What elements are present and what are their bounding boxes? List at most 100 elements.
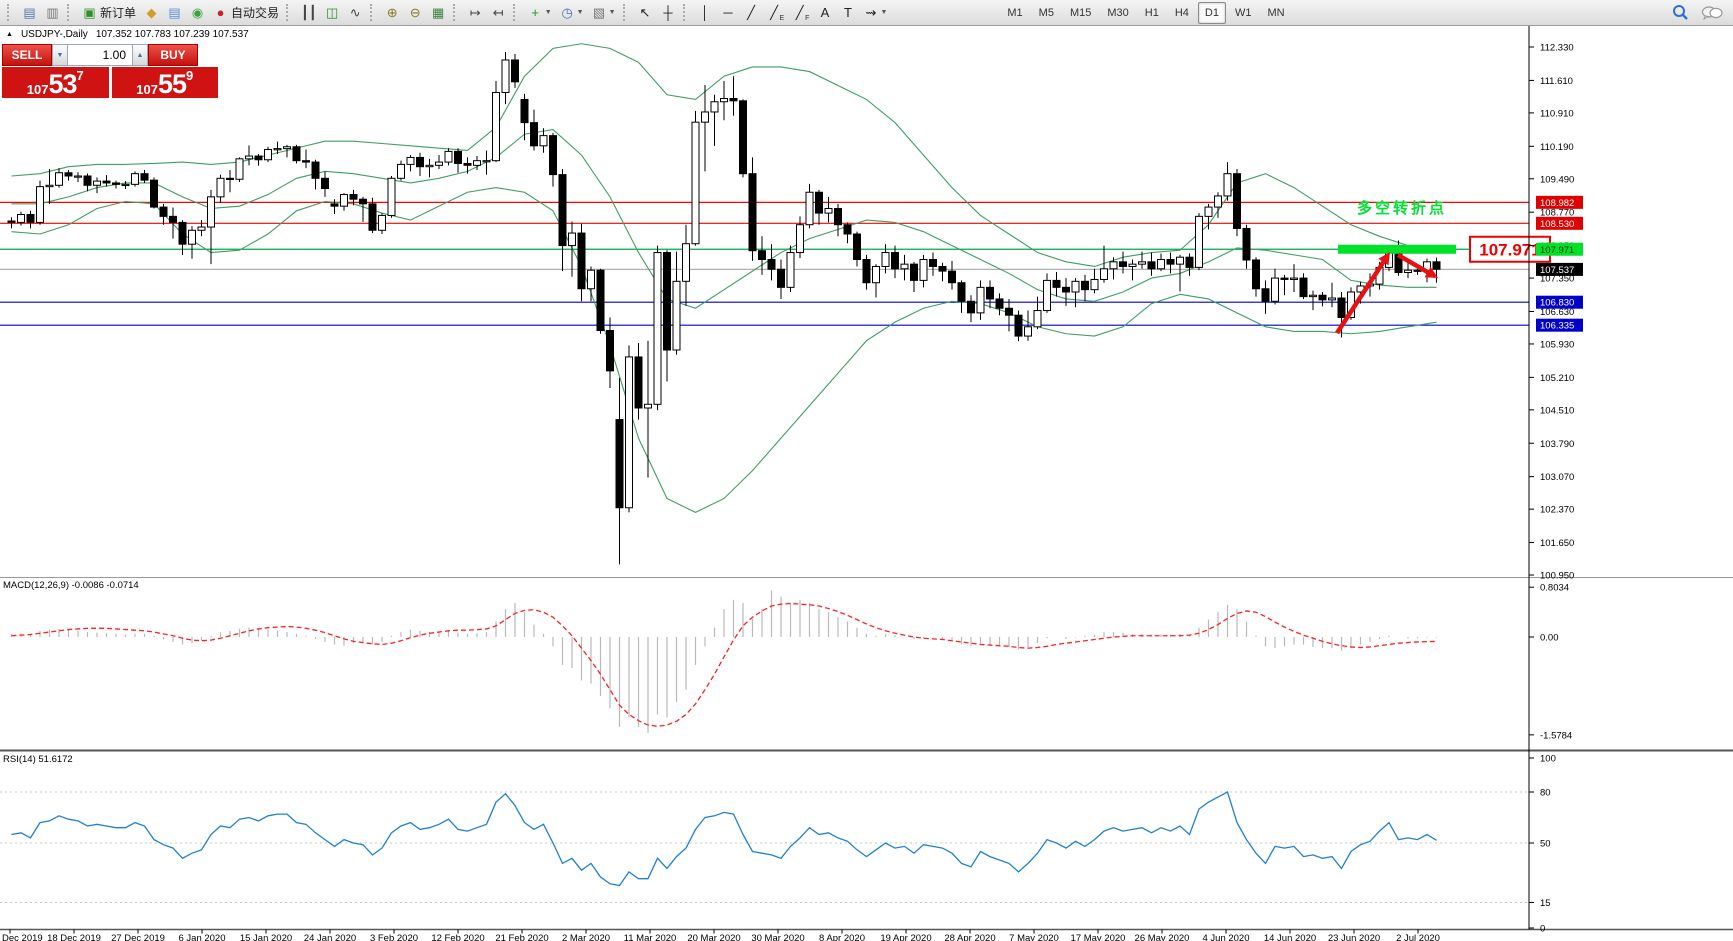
indicators-button[interactable]: +▼ xyxy=(525,3,555,23)
equidistant-channel-tool-button[interactable]: ╱E xyxy=(764,3,788,23)
bull-candle xyxy=(683,244,690,282)
timeframe-m30-button-label: M30 xyxy=(1107,3,1128,23)
tile-windows-button[interactable]: ▦ xyxy=(428,3,449,23)
bear-candle xyxy=(303,161,310,162)
dropdown-arrow-icon[interactable]: ▼ xyxy=(609,3,616,23)
line-chart-mode-button[interactable]: ∿ xyxy=(345,3,366,23)
auto-scroll-button[interactable]: ↦ xyxy=(465,3,486,23)
bull-candle xyxy=(901,264,908,269)
chart-shift-button[interactable]: ↤ xyxy=(488,3,509,23)
timeframe-h4-button[interactable]: H4 xyxy=(1168,2,1196,24)
toolbar-items: ▤▥▣新订单◆▤◉●自动交易┃┃◫∿⊕⊖▦↦↤+▼◷▼▧▼↖┼│─╱╱E╱FAT… xyxy=(4,0,1672,25)
bear-candle xyxy=(1015,315,1022,336)
volume-input[interactable] xyxy=(68,44,132,66)
autotrading-button[interactable]: ●自动交易 xyxy=(210,3,282,23)
annotation-text[interactable]: 多空转折点 xyxy=(1357,199,1447,217)
one-click-trading-panel: SELL ▼ ▲ BUY 107537 107559 xyxy=(2,44,218,98)
bear-candle xyxy=(512,60,519,82)
cursor-tool-button[interactable]: ↖ xyxy=(635,3,656,23)
bull-candle xyxy=(1110,262,1117,269)
toolbar-right-icons xyxy=(1672,4,1729,21)
chart-canvas[interactable]: 多空转折点107.971112.330111.610110.910110.190… xyxy=(0,26,1733,941)
buy-price-display[interactable]: 107559 xyxy=(112,67,219,98)
mql5-community-button[interactable]: ◆ xyxy=(141,3,162,23)
dropdown-arrow-icon[interactable]: ▼ xyxy=(545,3,552,23)
fibonacci-tool-button[interactable]: ╱F xyxy=(789,3,812,23)
profiles-button[interactable]: ▥ xyxy=(42,3,63,23)
bull-candle xyxy=(806,192,813,224)
bear-candle xyxy=(854,234,861,260)
arrows-tool-icon: ⇝ xyxy=(863,3,878,23)
periods-button[interactable]: ◷▼ xyxy=(557,3,587,23)
down-arrow-icon: ▼ xyxy=(57,52,64,59)
zoom-out-button[interactable]: ⊖ xyxy=(405,3,426,23)
timeframe-m30-button[interactable]: M30 xyxy=(1100,2,1135,24)
zoom-in-icon: ⊕ xyxy=(385,3,400,23)
bull-candle xyxy=(388,178,395,215)
bar-chart-mode-button[interactable]: ┃┃ xyxy=(298,3,320,23)
timeframe-m15-button[interactable]: M15 xyxy=(1063,2,1098,24)
bear-candle xyxy=(1300,278,1307,297)
sell-price-display[interactable]: 107537 xyxy=(2,67,109,98)
bull-candle xyxy=(56,173,63,186)
bear-candle xyxy=(1186,257,1193,267)
new-order-button[interactable]: ▣新订单 xyxy=(79,3,139,23)
text-tool-button[interactable]: A xyxy=(814,3,835,23)
sell-button[interactable]: SELL xyxy=(2,44,52,66)
zoom-out-icon: ⊖ xyxy=(408,3,423,23)
bull-candle xyxy=(1044,280,1051,310)
chat-icon[interactable] xyxy=(1701,5,1723,21)
bear-candle xyxy=(1167,260,1174,265)
search-icon[interactable] xyxy=(1672,4,1689,21)
new-chart-button[interactable]: ▤ xyxy=(19,3,40,23)
timeframe-m1-button-label: M1 xyxy=(1007,3,1022,23)
bull-candle xyxy=(1224,174,1231,196)
symbol-period-text: USDJPY-,Daily xyxy=(21,29,88,40)
volume-decrease-button[interactable]: ▼ xyxy=(52,44,68,66)
vertical-line-tool-button[interactable]: │ xyxy=(695,3,716,23)
time-axis-label: 19 Apr 2020 xyxy=(880,933,931,941)
candlestick-mode-button[interactable]: ◫ xyxy=(322,3,343,23)
text-label-tool-button[interactable]: T xyxy=(837,3,858,23)
bear-candle xyxy=(635,357,642,408)
timeframe-w1-button-label: W1 xyxy=(1235,3,1252,23)
timeframe-mn-button[interactable]: MN xyxy=(1260,2,1291,24)
timeframe-d1-button[interactable]: D1 xyxy=(1198,2,1226,24)
bear-candle xyxy=(768,260,775,270)
trendline-tool-button[interactable]: ╱ xyxy=(741,3,762,23)
bear-candle xyxy=(350,195,357,200)
bull-candle xyxy=(569,233,576,246)
crosshair-tool-button[interactable]: ┼ xyxy=(658,3,679,23)
buy-button[interactable]: BUY xyxy=(148,44,198,66)
bear-candle xyxy=(778,269,785,287)
bear-candle xyxy=(84,176,91,185)
arrows-tool-button[interactable]: ⇝▼ xyxy=(860,3,890,23)
bull-candle xyxy=(122,184,129,185)
text-tool-icon: A xyxy=(817,3,832,23)
rsi-line xyxy=(12,792,1437,886)
dropdown-arrow-icon[interactable]: ▼ xyxy=(880,3,887,23)
chart-window[interactable]: 多空转折点107.971112.330111.610110.910110.190… xyxy=(0,26,1733,941)
bull-candle xyxy=(873,266,880,282)
bear-candle xyxy=(113,183,120,184)
horizontal-line-tool-icon: ─ xyxy=(721,3,736,23)
time-axis[interactable]: Dec 201918 Dec 201927 Dec 20196 Jan 2020… xyxy=(2,930,1440,941)
bear-candle xyxy=(141,174,148,180)
zoom-in-button[interactable]: ⊕ xyxy=(382,3,403,23)
timeframe-m5-button[interactable]: M5 xyxy=(1032,2,1061,24)
templates-button[interactable]: ▧▼ xyxy=(589,3,619,23)
bull-candle xyxy=(1177,257,1184,264)
signals-button[interactable]: ◉ xyxy=(187,3,208,23)
time-axis-label: 18 Dec 2019 xyxy=(47,933,101,941)
volume-increase-button[interactable]: ▲ xyxy=(132,44,148,66)
bear-candle xyxy=(170,216,177,222)
timeframe-m1-button[interactable]: M1 xyxy=(1000,2,1029,24)
dropdown-arrow-icon[interactable]: ▼ xyxy=(577,3,584,23)
terminal-button[interactable]: ▤ xyxy=(164,3,185,23)
timeframe-w1-button[interactable]: W1 xyxy=(1228,2,1259,24)
price-axis[interactable]: 112.330111.610110.910110.190109.490108.7… xyxy=(1529,43,1583,935)
red-arrow-object-1[interactable] xyxy=(1337,262,1383,333)
green-rectangle-object[interactable] xyxy=(1338,245,1456,254)
timeframe-h1-button[interactable]: H1 xyxy=(1138,2,1166,24)
horizontal-line-tool-button[interactable]: ─ xyxy=(718,3,739,23)
